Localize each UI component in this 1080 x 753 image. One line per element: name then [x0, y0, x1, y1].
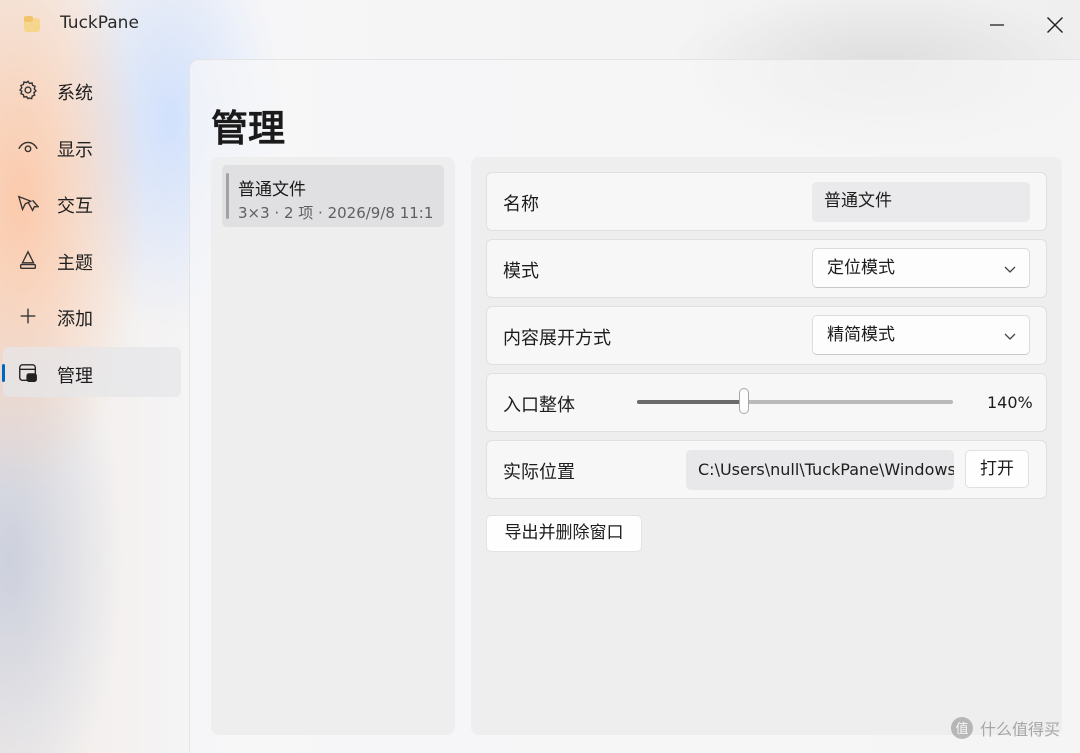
cursor-icon — [17, 195, 39, 212]
watermark: 值 什么值得买 — [950, 716, 1060, 740]
location-row: 实际位置 C:\Users\null\TuckPane\Windows 打开 — [486, 440, 1047, 499]
chevron-down-icon — [1004, 333, 1016, 340]
location-path[interactable]: C:\Users\null\TuckPane\Windows — [686, 450, 954, 490]
expand-label: 内容展开方式 — [503, 328, 611, 349]
scale-value: 140% — [987, 393, 1033, 412]
minimize-button[interactable] — [977, 10, 1017, 40]
active-indicator — [2, 363, 5, 382]
scale-row: 入口整体 140% — [486, 373, 1047, 432]
location-label: 实际位置 — [503, 462, 575, 483]
scale-slider[interactable] — [637, 388, 953, 414]
mode-label: 模式 — [503, 261, 539, 282]
sidebar-item-label: 添加 — [57, 309, 93, 331]
scale-label: 入口整体 — [503, 395, 575, 416]
gear-icon — [19, 80, 37, 100]
mode-select[interactable]: 定位模式 — [812, 248, 1030, 288]
sidebar-item-label: 管理 — [57, 365, 93, 387]
sidebar-item-display[interactable]: 显示 — [3, 121, 181, 171]
mode-select-value: 定位模式 — [827, 258, 895, 278]
expand-select-value: 精简模式 — [827, 325, 895, 345]
slider-thumb[interactable] — [739, 388, 750, 414]
app-title: TuckPane — [60, 13, 139, 33]
paint-icon — [19, 249, 37, 269]
svg-text:值: 值 — [955, 721, 968, 737]
close-button[interactable] — [1035, 10, 1075, 40]
sidebar-nav: 系统 显示 交互 主题 添加 管理 — [0, 64, 185, 404]
mode-row: 模式 定位模式 — [486, 239, 1047, 298]
chevron-down-icon — [1004, 266, 1016, 273]
watermark-logo: 值 — [951, 717, 973, 739]
list-item-subtitle: 3×3 · 2 项 · 2026/9/8 11:1 — [238, 204, 434, 222]
sidebar-item-label: 交互 — [57, 196, 93, 218]
main-content: 管理 普通文件 3×3 · 2 项 · 2026/9/8 11:1 名称 普通文… — [189, 59, 1080, 753]
expand-row: 内容展开方式 精简模式 — [486, 306, 1047, 365]
list-item[interactable]: 普通文件 3×3 · 2 项 · 2026/9/8 11:1 — [222, 165, 444, 227]
name-label: 名称 — [503, 194, 539, 215]
sidebar-item-add[interactable]: 添加 — [3, 290, 181, 340]
close-icon — [1047, 17, 1063, 33]
window-list: 普通文件 3×3 · 2 项 · 2026/9/8 11:1 — [211, 157, 455, 735]
sidebar-item-interaction[interactable]: 交互 — [3, 177, 181, 227]
manage-icon — [19, 364, 37, 382]
plus-icon — [20, 309, 36, 324]
selection-bar — [226, 173, 229, 219]
eye-icon — [18, 141, 38, 152]
name-input[interactable]: 普通文件 — [812, 182, 1030, 222]
sidebar-item-label: 系统 — [57, 83, 93, 104]
sidebar-item-manage[interactable]: 管理 — [2, 346, 181, 397]
sidebar-item-label: 主题 — [57, 252, 93, 274]
slider-fill — [637, 400, 745, 404]
expand-select[interactable]: 精简模式 — [812, 315, 1030, 355]
watermark-text: 什么值得买 — [980, 720, 1061, 739]
detail-panel: 名称 普通文件 模式 定位模式 内容展开方式 精简模式 入口整体 140% 实际… — [471, 157, 1062, 735]
name-row: 名称 普通文件 — [486, 172, 1047, 231]
app-icon — [24, 16, 40, 32]
minimize-icon — [990, 24, 1004, 26]
sidebar-item-label: 显示 — [57, 139, 93, 161]
title-bar: TuckPane — [0, 0, 1080, 50]
list-item-title: 普通文件 — [238, 180, 306, 200]
export-delete-button[interactable]: 导出并删除窗口 — [486, 515, 642, 552]
open-button[interactable]: 打开 — [965, 450, 1029, 488]
page-title: 管理 — [211, 107, 285, 150]
sidebar-item-theme[interactable]: 主题 — [3, 234, 181, 284]
sidebar-item-system[interactable]: 系统 — [3, 64, 181, 114]
